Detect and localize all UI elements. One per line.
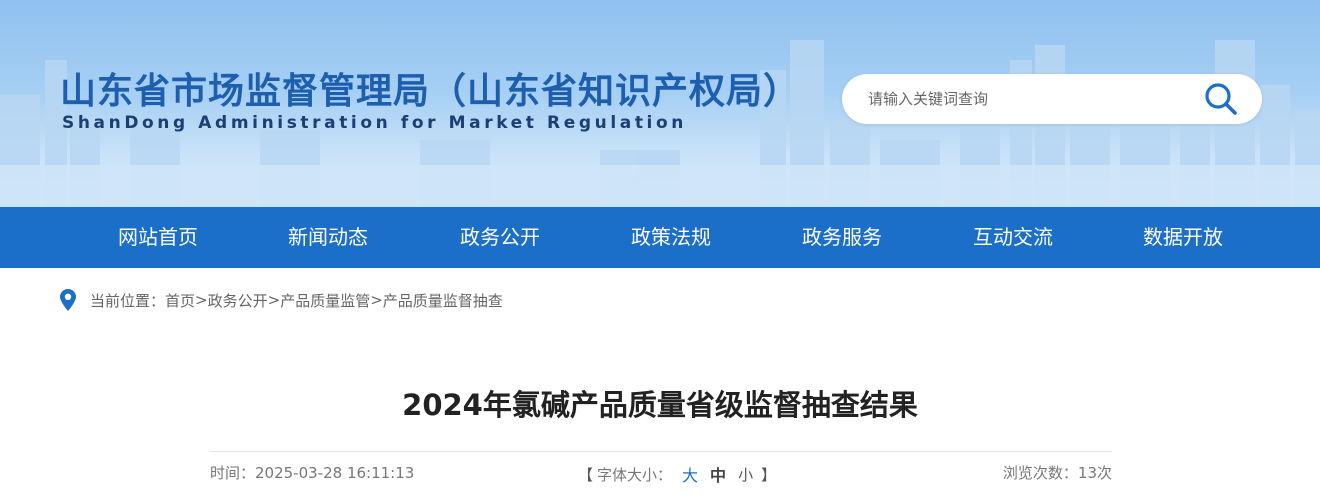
nav-item-gov-services[interactable]: 政务服务 xyxy=(802,207,882,268)
font-size-control: 【 字体大小： 大 中 小 】 xyxy=(578,462,776,486)
search-icon[interactable] xyxy=(1204,82,1238,116)
font-size-bracket-right: 】 xyxy=(761,465,777,484)
site-subtitle: ShanDong Administration for Market Regul… xyxy=(62,113,687,133)
nav-item-gov-affairs-open[interactable]: 政务公开 xyxy=(460,207,540,268)
font-size-medium-button[interactable]: 中 xyxy=(710,462,726,486)
font-size-small-button[interactable]: 小 xyxy=(738,464,753,485)
breadcrumb-item-home[interactable]: 首页 xyxy=(165,290,195,311)
font-size-label: 字体大小： xyxy=(597,465,673,484)
article-title: 2024年氯碱产品质量省级监督抽查结果 xyxy=(402,388,918,422)
search-box xyxy=(842,74,1262,124)
nav-item-policies[interactable]: 政策法规 xyxy=(631,207,711,268)
view-count: 浏览次数：13次 xyxy=(1002,464,1112,482)
site-title: 山东省市场监督管理局（山东省知识产权局） xyxy=(60,71,801,112)
breadcrumb-separator: > xyxy=(195,291,208,309)
search-input[interactable] xyxy=(868,90,1188,108)
nav-item-home[interactable]: 网站首页 xyxy=(118,207,198,268)
publish-time: 时间：2025-03-28 16:11:13 xyxy=(210,464,415,482)
nav-item-interaction[interactable]: 互动交流 xyxy=(973,207,1053,268)
breadcrumb-separator: > xyxy=(267,291,281,309)
main-nav: 网站首页 新闻动态 政务公开 政策法规 政务服务 互动交流 数据开放 xyxy=(0,207,1320,268)
breadcrumb-item-spot-check[interactable]: 产品质量监督抽查 xyxy=(383,290,503,311)
font-size-bracket-left: 【 xyxy=(578,465,594,484)
nav-item-news[interactable]: 新闻动态 xyxy=(288,207,368,268)
breadcrumb-item-quality-supervision[interactable]: 产品质量监管 xyxy=(280,290,370,311)
meta-divider xyxy=(210,451,1112,452)
nav-item-open-data[interactable]: 数据开放 xyxy=(1143,207,1223,268)
breadcrumb-prefix: 当前位置： xyxy=(90,291,166,310)
breadcrumb-item-gov-affairs-open[interactable]: 政务公开 xyxy=(208,290,268,311)
breadcrumb-separator: > xyxy=(370,291,383,309)
header-banner: 山东省市场监督管理局（山东省知识产权局） ShanDong Administra… xyxy=(0,0,1320,207)
font-size-large-button[interactable]: 大 xyxy=(682,462,698,486)
location-pin-icon xyxy=(60,289,76,311)
breadcrumb: 当前位置： 首页 > 政务公开 > 产品质量监管 > 产品质量监督抽查 xyxy=(60,288,503,312)
